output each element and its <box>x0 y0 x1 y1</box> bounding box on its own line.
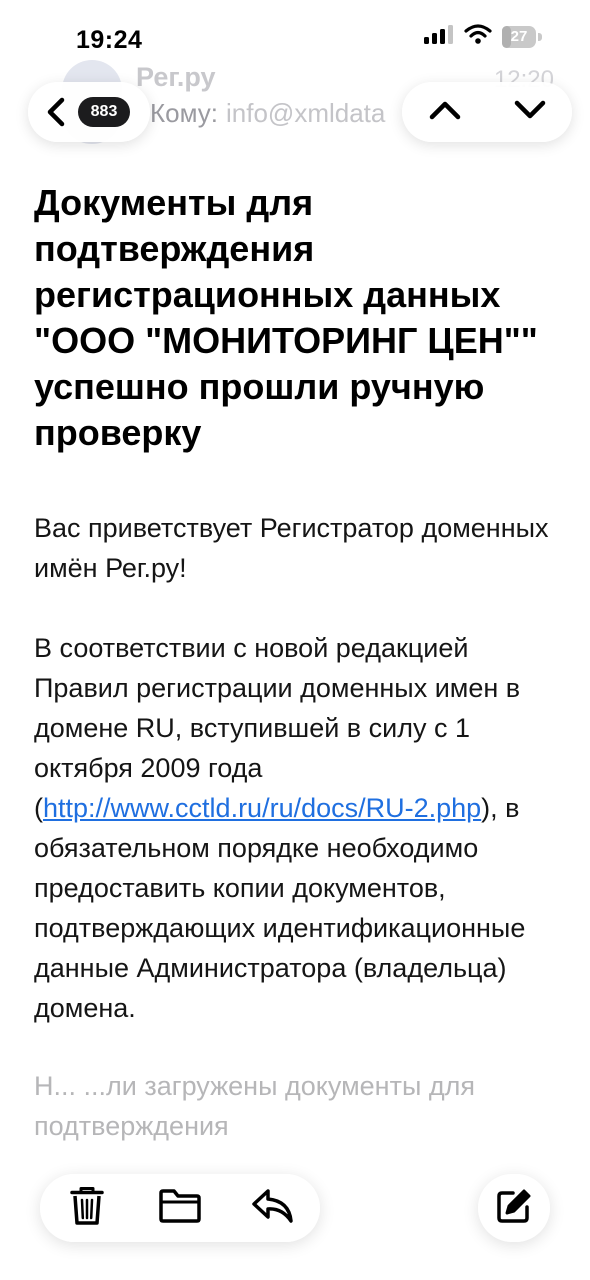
wifi-icon <box>464 24 492 49</box>
trash-icon <box>69 1186 104 1231</box>
battery-level: 27 <box>510 27 528 45</box>
back-button[interactable]: 883 <box>28 82 150 142</box>
reply-icon <box>251 1187 295 1230</box>
recipient-email[interactable]: info@xmldata <box>226 98 385 128</box>
next-message-button[interactable] <box>500 82 560 142</box>
status-icons: 27 <box>424 24 542 49</box>
message-count-badge: 883 <box>78 97 130 127</box>
email-content: Документы для подтверждения регистрацион… <box>34 180 554 1173</box>
status-time: 19:24 <box>76 26 143 54</box>
recipient-label: Кому: <box>150 98 218 128</box>
bottom-toolbar <box>40 1174 320 1242</box>
reply-button[interactable] <box>243 1178 303 1238</box>
delete-button[interactable] <box>57 1178 117 1238</box>
move-to-folder-button[interactable] <box>150 1178 210 1238</box>
chevron-left-icon <box>44 97 70 127</box>
chevron-down-icon <box>513 99 547 126</box>
previous-message-button[interactable] <box>415 82 475 142</box>
battery-icon: 27 <box>502 25 542 48</box>
signal-icon <box>424 24 454 49</box>
email-body-paragraph: В соответствии с новой редакцией Правил … <box>34 628 554 1028</box>
folder-icon <box>158 1188 202 1229</box>
status-bar: 19:24 27 <box>0 0 590 72</box>
compose-icon <box>496 1188 532 1229</box>
email-next-paragraph: Н... ...ли загружены документы для подтв… <box>34 1071 475 1141</box>
recipient-row[interactable]: Кому: info@xmldata <box>150 98 385 129</box>
compose-button[interactable] <box>478 1174 550 1242</box>
email-subject: Документы для подтверждения регистрацион… <box>34 182 538 453</box>
rules-link[interactable]: http://www.cctld.ru/ru/docs/RU-2.php <box>43 793 481 823</box>
chevron-up-icon <box>428 99 462 126</box>
body-text-part2: ), в обязательном порядке необходимо пре… <box>34 793 526 1023</box>
email-greeting: Вас приветствует Регистратор доменных им… <box>34 513 549 583</box>
message-navigation <box>402 82 572 142</box>
